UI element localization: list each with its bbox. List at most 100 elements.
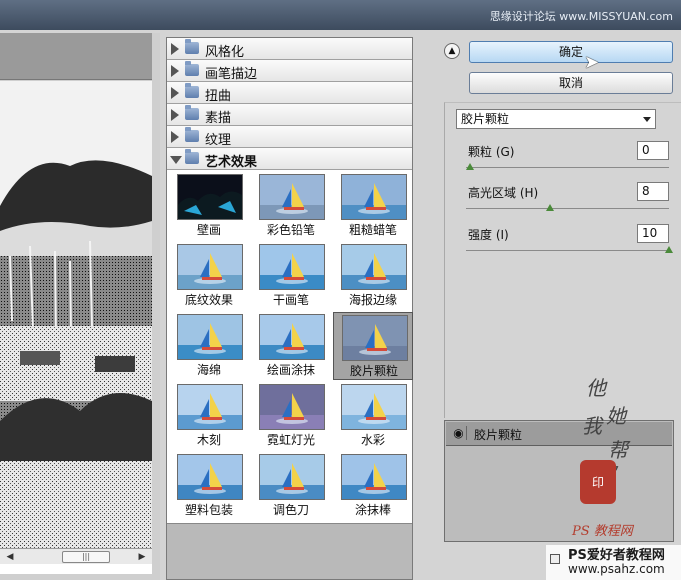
category-3[interactable]: 素描 — [167, 104, 412, 126]
filter-thumb-label: 塑料包装 — [184, 503, 233, 517]
fresco-thumb-icon — [177, 174, 243, 220]
filter-thumb-4[interactable]: 干画笔 — [251, 242, 331, 310]
triangle-right-icon[interactable] — [171, 87, 179, 99]
filter-thumb-8[interactable]: 胶片颗粒 — [333, 312, 413, 380]
resize-handle-icon[interactable] — [550, 554, 560, 564]
handwriting-char: 我 — [582, 414, 602, 438]
filter-thumb-0[interactable]: 壁画 — [169, 172, 249, 240]
ok-button[interactable]: 确定 — [469, 41, 673, 63]
filter-select-value: 胶片颗粒 — [461, 112, 510, 126]
filter-thumb-13[interactable]: 调色刀 — [251, 452, 331, 520]
rough-pastels-thumb-icon — [341, 174, 407, 220]
filter-thumb-label: 底纹效果 — [184, 293, 233, 307]
filter-thumb-label: 霓虹灯光 — [266, 433, 315, 447]
param-slider-track-0[interactable] — [466, 167, 669, 168]
watercolor-thumb-icon — [341, 384, 407, 430]
effect-layers-panel[interactable]: ◉ 胶片颗粒 — [444, 420, 674, 542]
filter-thumb-label: 彩色铅笔 — [266, 223, 315, 237]
filter-thumb-label: 绘画涂抹 — [266, 363, 315, 377]
collapse-gallery-icon[interactable]: ▲ — [444, 43, 460, 59]
filter-thumb-3[interactable]: 底纹效果 — [169, 242, 249, 310]
film-grain-thumb-icon — [342, 315, 408, 361]
param-slider-track-1[interactable] — [466, 208, 669, 209]
folder-icon — [185, 83, 199, 98]
title-bar: 思缘设计论坛 www.MISSYUAN.com — [0, 0, 681, 30]
param-slider-knob-2[interactable] — [665, 246, 673, 253]
paint-daubs-thumb-icon — [259, 314, 325, 360]
palette-knife-thumb-icon — [259, 454, 325, 500]
underpainting-thumb-icon — [177, 244, 243, 290]
seal-stamp: 印 — [580, 460, 616, 504]
neon-glow-thumb-icon — [259, 384, 325, 430]
handwriting-char: 她 — [606, 404, 626, 428]
preview-image[interactable] — [0, 81, 152, 574]
cancel-button[interactable]: 取消 — [469, 72, 673, 94]
smudge-stick-thumb-icon — [341, 454, 407, 500]
folder-icon — [185, 127, 199, 142]
scroll-right-icon[interactable]: ▶ — [134, 550, 150, 564]
triangle-right-icon[interactable] — [171, 109, 179, 121]
param-label-2: 强度 (I) — [468, 228, 509, 242]
filter-thumb-label: 涂抹棒 — [354, 503, 391, 517]
filter-thumb-label: 调色刀 — [272, 503, 309, 517]
param-value-input-2[interactable]: 10 — [637, 224, 669, 243]
triangle-right-icon[interactable] — [171, 65, 179, 77]
preview-header — [0, 33, 152, 80]
filter-list-footer — [167, 523, 412, 579]
poster-edges-thumb-icon — [341, 244, 407, 290]
filter-select-dropdown[interactable]: 胶片颗粒 — [456, 109, 656, 129]
filter-thumb-11[interactable]: 水彩 — [333, 382, 413, 450]
filter-thumb-label: 壁画 — [196, 223, 221, 237]
filter-thumb-7[interactable]: 绘画涂抹 — [251, 312, 331, 380]
chevron-down-icon — [643, 117, 651, 122]
category-0[interactable]: 风格化 — [167, 38, 412, 60]
effect-layer-row[interactable]: ◉ 胶片颗粒 — [446, 422, 672, 446]
category-4[interactable]: 纹理 — [167, 126, 412, 148]
filter-thumb-2[interactable]: 粗糙蜡笔 — [333, 172, 413, 240]
preview-horizontal-scrollbar[interactable]: ◀ ||| ▶ — [0, 548, 152, 564]
folder-icon — [185, 149, 199, 164]
folder-icon — [185, 105, 199, 120]
param-slider-knob-1[interactable] — [545, 204, 554, 211]
category-label: 画笔描边 — [205, 67, 258, 82]
triangle-down-icon[interactable] — [170, 156, 182, 164]
scroll-thumb[interactable]: ||| — [62, 551, 110, 563]
filter-thumb-9[interactable]: 木刻 — [169, 382, 249, 450]
scroll-left-icon[interactable]: ◀ — [2, 550, 18, 564]
filter-thumb-label: 海报边缘 — [348, 293, 397, 307]
category-1[interactable]: 画笔描边 — [167, 60, 412, 82]
param-value-input-1[interactable]: 8 — [637, 182, 669, 201]
folder-icon — [185, 39, 199, 54]
param-value-input-0[interactable]: 0 — [637, 141, 669, 160]
filter-thumb-5[interactable]: 海报边缘 — [333, 242, 413, 310]
filter-thumb-10[interactable]: 霓虹灯光 — [251, 382, 331, 450]
filter-thumb-label: 干画笔 — [272, 293, 309, 307]
filter-thumb-12[interactable]: 塑料包装 — [169, 452, 249, 520]
mouse-cursor-icon: ➤ — [584, 52, 600, 73]
filter-thumb-14[interactable]: 涂抹棒 — [333, 452, 413, 520]
triangle-right-icon[interactable] — [171, 43, 179, 55]
filter-thumb-1[interactable]: 彩色铅笔 — [251, 172, 331, 240]
layer-name: 胶片颗粒 — [474, 428, 523, 442]
category-2[interactable]: 扭曲 — [167, 82, 412, 104]
category-5[interactable]: 艺术效果 — [167, 148, 412, 170]
filter-thumb-6[interactable]: 海绵 — [169, 312, 249, 380]
param-label-0: 颗粒 (G) — [468, 145, 515, 159]
cutout-thumb-icon — [177, 384, 243, 430]
stamp-text: PS 教程网 — [572, 524, 633, 539]
filter-thumb-label: 木刻 — [196, 433, 221, 447]
filter-gallery-list[interactable]: 风格化画笔描边 扭曲 素描 纹理 艺术效果 壁画 彩色铅笔 粗糙蜡笔底纹效果 干画笔 海报边缘海… — [166, 37, 413, 580]
filter-thumb-label: 海绵 — [196, 363, 221, 377]
preview-pane[interactable]: ◀ ||| ▶ — [0, 33, 160, 580]
param-label-1: 高光区域 (H) — [468, 186, 539, 200]
plastic-wrap-thumb-icon — [177, 454, 243, 500]
filter-thumb-label: 胶片颗粒 — [349, 364, 398, 378]
triangle-right-icon[interactable] — [171, 131, 179, 143]
sponge-thumb-icon — [177, 314, 243, 360]
param-slider-track-2[interactable] — [466, 250, 669, 251]
filter-thumb-label: 水彩 — [360, 433, 385, 447]
handwriting-char: 他 — [586, 376, 606, 400]
eye-icon[interactable]: ◉ — [451, 426, 467, 440]
param-slider-knob-0[interactable] — [466, 163, 474, 170]
url-watermark: www.psahz.com — [568, 562, 665, 576]
